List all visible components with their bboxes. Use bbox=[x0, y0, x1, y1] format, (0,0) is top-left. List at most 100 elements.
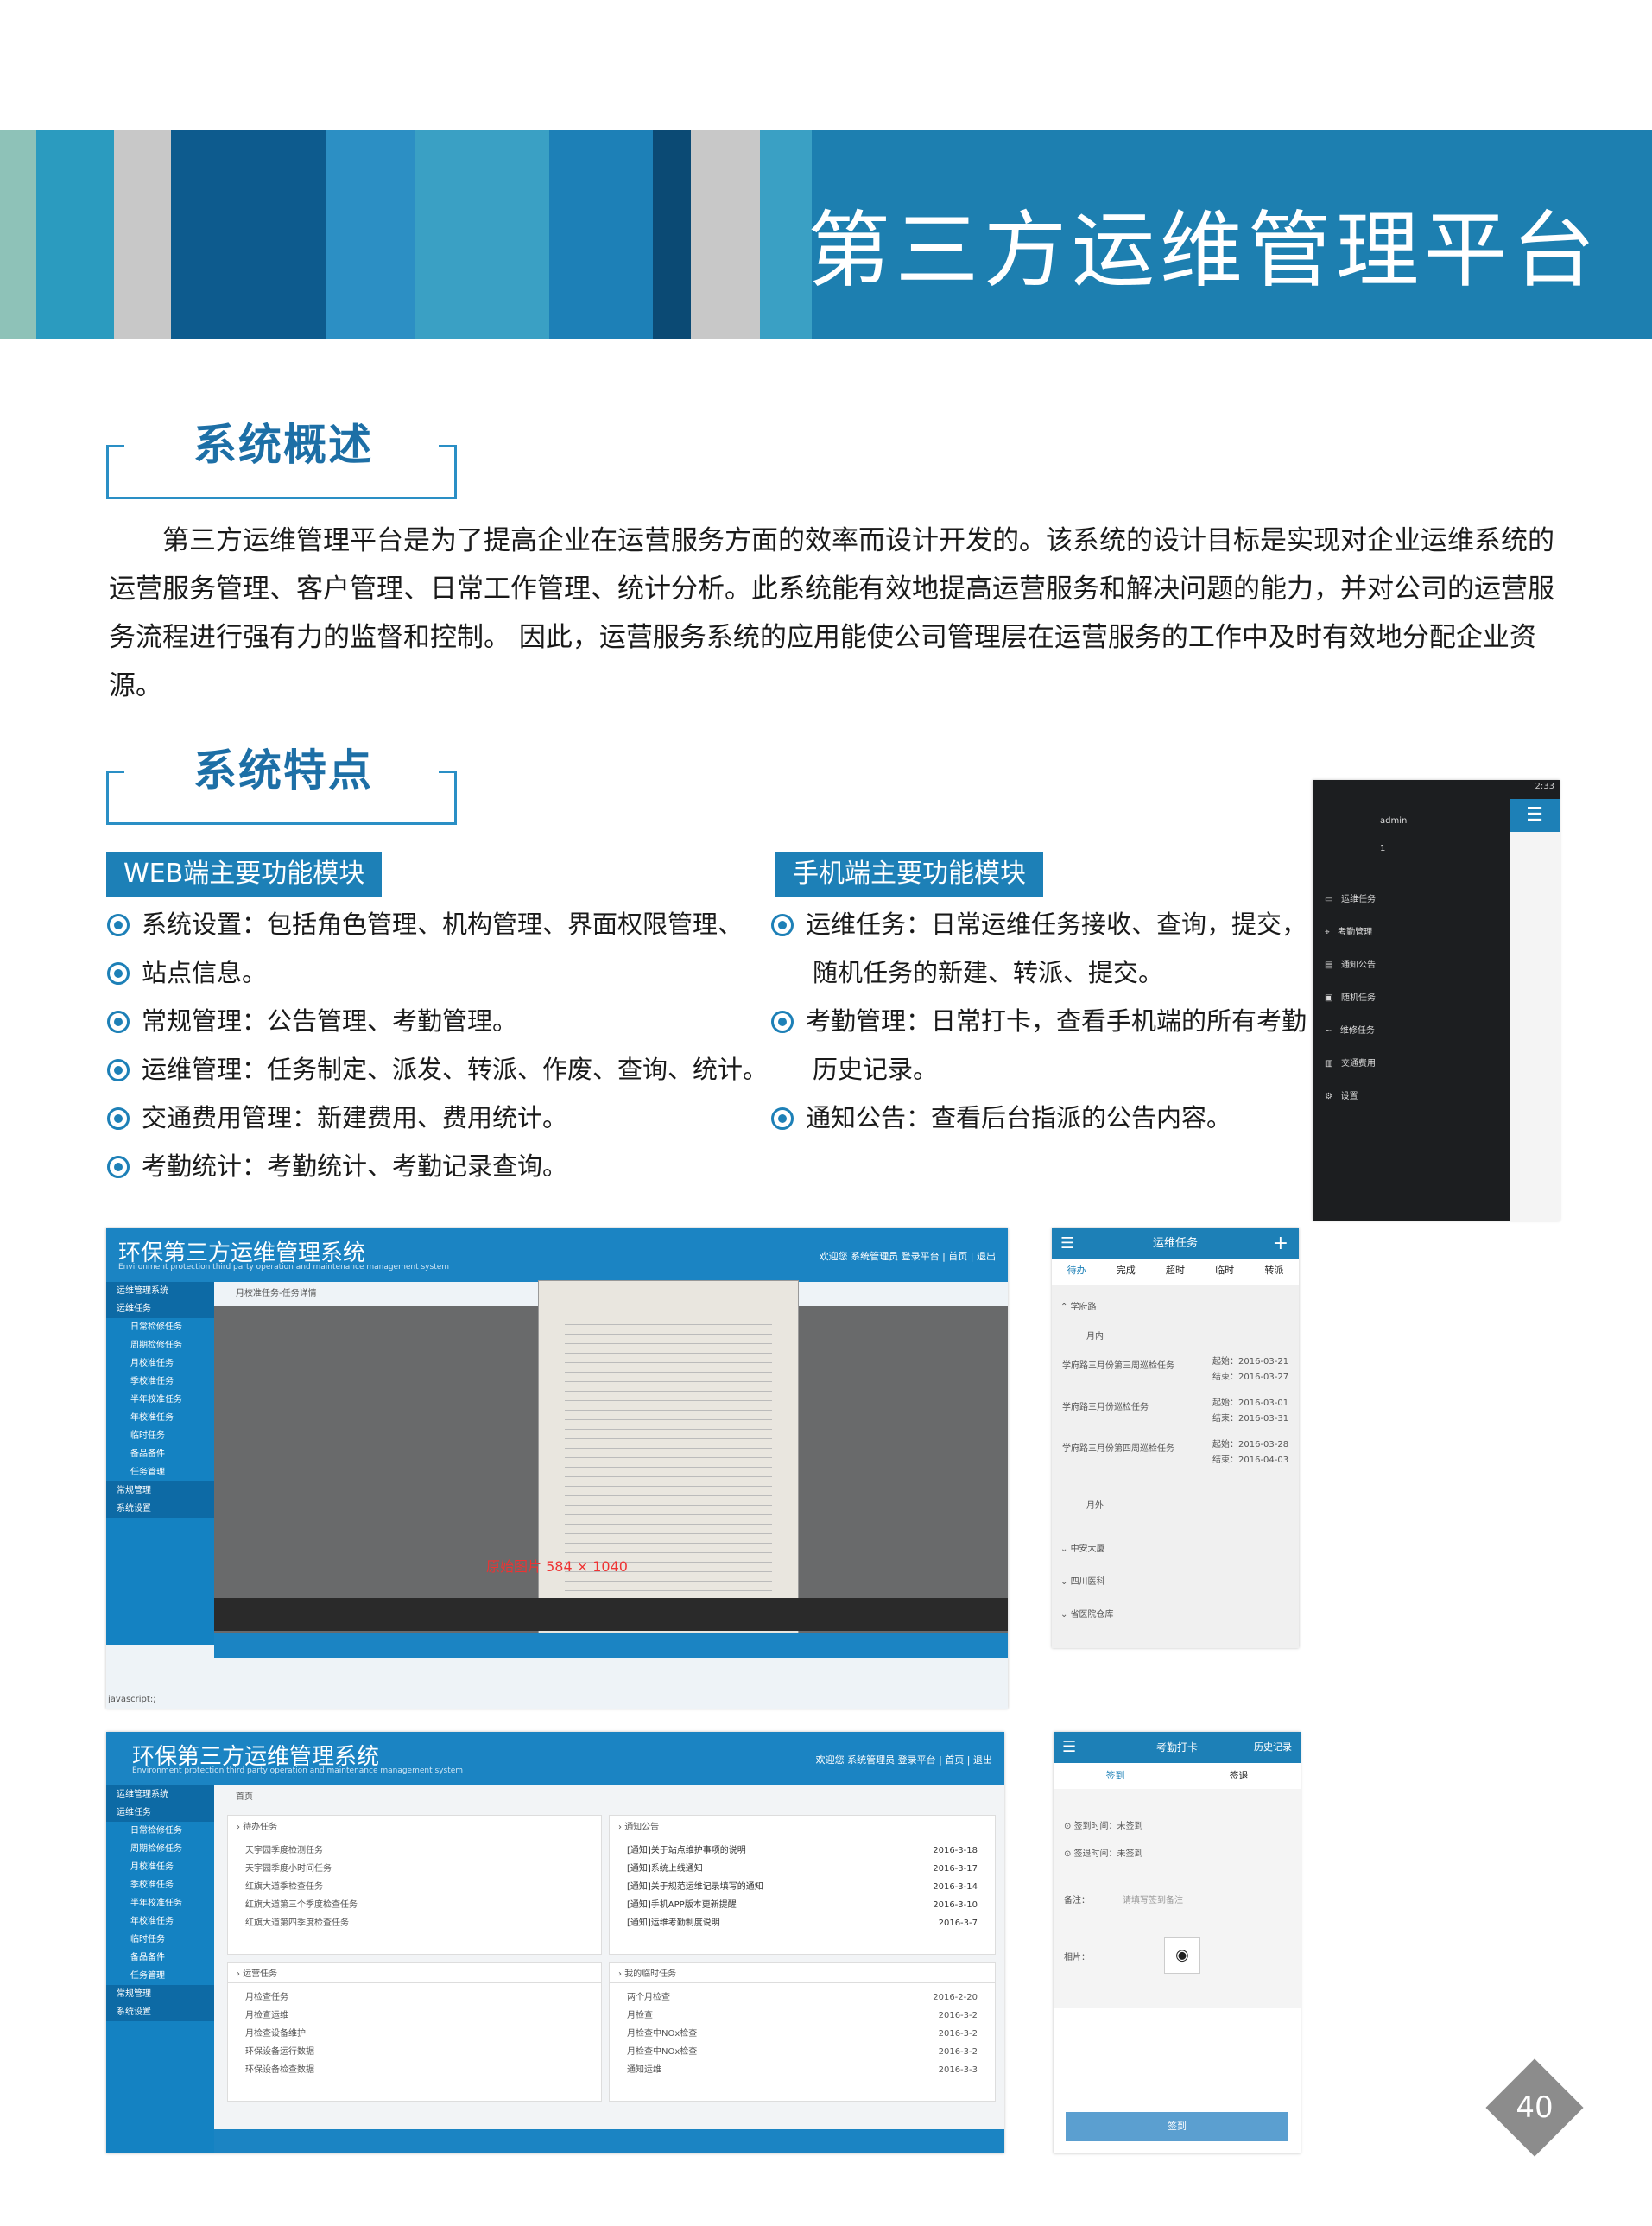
list-item[interactable]: 两个月检查 2016-2-20 bbox=[627, 1988, 978, 2007]
phone-attendance-screenshot: 考勤打卡 ☰ 历史记录 签到 签退 ⊙ 签到时间：未签到 ⊙ 签退时间：未签到 … bbox=[1054, 1732, 1301, 2153]
list-item[interactable]: [通知]关于站点维护事项的说明 2016-3-18 bbox=[627, 1842, 978, 1860]
task-name[interactable]: 学府路三月份巡检任务 bbox=[1062, 1399, 1149, 1412]
sidebar-item[interactable]: 备品备件 bbox=[106, 1445, 214, 1463]
bullet-icon bbox=[107, 962, 130, 985]
list-item: 交通费用管理：新建费用、费用统计。 bbox=[107, 1094, 768, 1142]
group-label[interactable]: ⌄ 四川医科 bbox=[1060, 1574, 1105, 1587]
tab-signin[interactable]: 签到 bbox=[1106, 1763, 1125, 1789]
list-item[interactable]: 红旗大道季检查任务 bbox=[245, 1878, 584, 1896]
breadcrumb: 首页 bbox=[236, 1792, 253, 1802]
sidebar-item[interactable]: 系统设置 bbox=[106, 1500, 214, 1518]
add-icon[interactable]: + bbox=[1273, 1228, 1288, 1259]
list-item[interactable]: [通知]手机APP版本更新提醒 2016-3-10 bbox=[627, 1896, 978, 1914]
web-user-links[interactable]: 欢迎您 系统管理员 登录平台 | 首页 | 退出 bbox=[816, 1753, 992, 1766]
sidebar-item[interactable]: 常规管理 bbox=[106, 1481, 214, 1500]
sidebar-item[interactable]: 半年校准任务 bbox=[106, 1391, 214, 1409]
list-item[interactable]: 红旗大道第四季度检查任务 bbox=[245, 1914, 584, 1932]
task-tabs: 待办 完成 超时 临时 转派 bbox=[1052, 1263, 1299, 1277]
note-input[interactable]: 请填写签到备注 bbox=[1123, 1893, 1183, 1906]
sidebar-item[interactable]: 系统设置 bbox=[106, 2003, 214, 2021]
phone-menu: ▭ 运维任务 ⌖ 考勤管理 ▤ 通知公告 ▣ 随机任务 ∼ 维修任务 ▥ 交通费… bbox=[1325, 884, 1376, 1113]
sidebar-item[interactable]: 周期检修任务 bbox=[106, 1336, 214, 1354]
sidebar-item[interactable]: 周期检修任务 bbox=[106, 1840, 214, 1858]
sidebar-item[interactable]: 月校准任务 bbox=[106, 1858, 214, 1876]
sidebar-item[interactable]: 临时任务 bbox=[106, 1931, 214, 1949]
note-label: 备注： bbox=[1064, 1896, 1090, 1906]
sidebar-item[interactable]: 日常检修任务 bbox=[106, 1318, 214, 1336]
group-label[interactable]: ⌄ 省医院仓库 bbox=[1060, 1607, 1114, 1620]
bullet-icon bbox=[107, 1107, 130, 1130]
menu-icon[interactable]: ☰ bbox=[1062, 1732, 1076, 1763]
sidebar-item[interactable]: 月校准任务 bbox=[106, 1354, 214, 1373]
tab-pending[interactable]: 待办 bbox=[1067, 1263, 1086, 1277]
thumbnail-strip[interactable] bbox=[214, 1598, 1008, 1631]
list-item[interactable]: [通知]关于规范运维记录填写的通知 2016-3-14 bbox=[627, 1878, 978, 1896]
sidebar-item[interactable]: 季校准任务 bbox=[106, 1876, 214, 1894]
menu-item-random[interactable]: ▣ 随机任务 bbox=[1325, 982, 1376, 1015]
menu-item-attendance[interactable]: ⌖ 考勤管理 bbox=[1325, 916, 1376, 949]
list-item[interactable]: 月检查中NOx检查 2016-3-2 bbox=[627, 2025, 978, 2043]
phone-menu-screenshot: 2:33 ☰ admin 1 ▭ 运维任务 ⌖ 考勤管理 ▤ 通知公告 ▣ 随机… bbox=[1313, 780, 1560, 1221]
sidebar-item[interactable]: 常规管理 bbox=[106, 1985, 214, 2003]
list-item[interactable]: 月检查运维 bbox=[245, 2007, 584, 2025]
tab-signout[interactable]: 签退 bbox=[1230, 1763, 1249, 1789]
sidebar-item[interactable]: 日常检修任务 bbox=[106, 1822, 214, 1840]
panel-rows: 月检查任务 月检查运维 月检查设备维护 环保设备运行数据 环保设备检查数据 bbox=[228, 1983, 601, 2084]
list-item[interactable]: 天宇园季度小时间任务 bbox=[245, 1860, 584, 1878]
sidebar-item[interactable]: 临时任务 bbox=[106, 1427, 214, 1445]
sidebar-item[interactable]: 年校准任务 bbox=[106, 1409, 214, 1427]
menu-item-repair[interactable]: ∼ 维修任务 bbox=[1325, 1015, 1376, 1048]
signin-button[interactable]: 签到 bbox=[1066, 2112, 1288, 2141]
list-item[interactable]: [通知]运维考勤制度说明 2016-3-7 bbox=[627, 1914, 978, 1932]
sidebar-item[interactable]: 备品备件 bbox=[106, 1949, 214, 1967]
camera-icon[interactable]: ◉ bbox=[1164, 1937, 1200, 1974]
task-name[interactable]: 学府路三月份第三周巡检任务 bbox=[1062, 1358, 1174, 1371]
list-item[interactable]: 环保设备运行数据 bbox=[245, 2043, 584, 2061]
features-heading: 系统特点 bbox=[193, 745, 373, 796]
tab-transfer[interactable]: 转派 bbox=[1264, 1263, 1283, 1277]
list-item[interactable]: 月检查设备维护 bbox=[245, 2025, 584, 2043]
list-item[interactable]: 月检查 2016-3-2 bbox=[627, 2007, 978, 2025]
tab-temp[interactable]: 临时 bbox=[1215, 1263, 1234, 1277]
list-item[interactable]: 月检查任务 bbox=[245, 1988, 584, 2007]
web-sidebar: 运维管理系统 运维任务 日常检修任务 周期检修任务 月校准任务 季校准任务 半年… bbox=[106, 1785, 214, 2153]
list-item[interactable]: 环保设备检查数据 bbox=[245, 2061, 584, 2079]
web-user-links[interactable]: 欢迎您 系统管理员 登录平台 | 首页 | 退出 bbox=[820, 1249, 996, 1263]
list-item[interactable]: 红旗大道第三个季度检查任务 bbox=[245, 1896, 584, 1914]
list-item: 运维任务：日常运维任务接收、查询，提交， bbox=[771, 900, 1307, 948]
menu-item-notice[interactable]: ▤ 通知公告 bbox=[1325, 949, 1376, 982]
web-screenshot-detail: 环保第三方运维管理系统 Environment protection third… bbox=[106, 1228, 1008, 1709]
group-label[interactable]: ⌃ 学府路 bbox=[1060, 1299, 1097, 1312]
web-header: 环保第三方运维管理系统 Environment protection third… bbox=[106, 1228, 1008, 1282]
sidebar-item[interactable]: 任务管理 bbox=[106, 1463, 214, 1481]
menu-icon[interactable]: ☰ bbox=[1510, 799, 1560, 832]
stripe-grey bbox=[691, 130, 760, 339]
mobile-module-tag: 手机端主要功能模块 bbox=[775, 852, 1043, 897]
list-item[interactable]: 通知运维 2016-3-3 bbox=[627, 2061, 978, 2079]
menu-icon[interactable]: ☰ bbox=[1060, 1228, 1074, 1259]
signin-time: ⊙ 签到时间：未签到 bbox=[1064, 1822, 1143, 1831]
phone-content-peek bbox=[1510, 799, 1560, 1221]
signout-time: ⊙ 签退时间：未签到 bbox=[1064, 1849, 1143, 1859]
group-label[interactable]: ⌄ 中安大厦 bbox=[1060, 1541, 1105, 1554]
menu-item-tasks[interactable]: ▭ 运维任务 bbox=[1325, 884, 1376, 916]
list-item[interactable]: 月检查中NOx检查 2016-3-2 bbox=[627, 2043, 978, 2061]
sidebar-item[interactable]: 运维任务 bbox=[106, 1300, 214, 1318]
task-title: 运维任务 bbox=[1052, 1228, 1299, 1259]
sidebar-item[interactable]: 半年校准任务 bbox=[106, 1894, 214, 1912]
history-link[interactable]: 历史记录 bbox=[1254, 1732, 1292, 1763]
sidebar-item[interactable]: 年校准任务 bbox=[106, 1912, 214, 1931]
sidebar-item[interactable]: 任务管理 bbox=[106, 1967, 214, 1985]
tab-done[interactable]: 完成 bbox=[1117, 1263, 1136, 1277]
overlay-size-text: 原始图片 584 × 1040 bbox=[486, 1558, 628, 1575]
sidebar-item[interactable]: 运维任务 bbox=[106, 1804, 214, 1822]
task-name[interactable]: 学府路三月份第四周巡检任务 bbox=[1062, 1441, 1174, 1454]
web-header: 环保第三方运维管理系统 Environment protection third… bbox=[106, 1732, 1004, 1785]
bullet-icon bbox=[771, 1107, 794, 1130]
menu-item-settings[interactable]: ⚙ 设置 bbox=[1325, 1081, 1376, 1113]
tab-overdue[interactable]: 超时 bbox=[1166, 1263, 1185, 1277]
menu-item-fee[interactable]: ▥ 交通费用 bbox=[1325, 1048, 1376, 1081]
list-item[interactable]: 天宇园季度检测任务 bbox=[245, 1842, 584, 1860]
list-item[interactable]: [通知]系统上线通知 2016-3-17 bbox=[627, 1860, 978, 1878]
sidebar-item[interactable]: 季校准任务 bbox=[106, 1373, 214, 1391]
